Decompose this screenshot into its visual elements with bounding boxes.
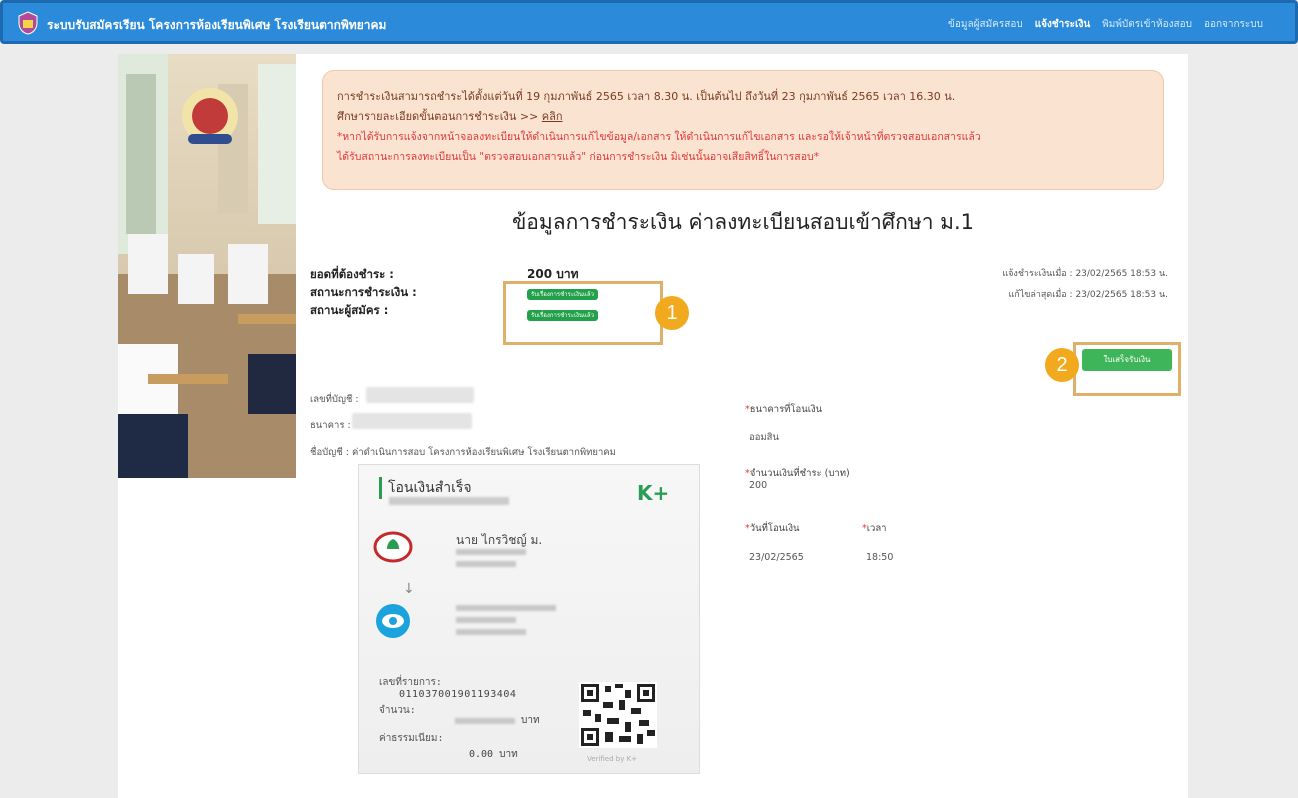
status-highlight-box — [503, 281, 663, 345]
warning-text-2: ได้รับสถานะการลงทะเบียนเป็น "ตรวจสอบเอกส… — [337, 151, 819, 163]
payment-period-text: การชำระเงินสามารถชำระได้ตั้งแต่วันที่ 19… — [337, 90, 956, 103]
qr-code-icon — [579, 682, 657, 748]
warning-text-1: *หากได้รับการแจ้งจากหน้าจอลงทะเบียนให้ดำ… — [337, 131, 981, 143]
notified-at: แจ้งชำระเงินเมื่อ : 23/02/2565 18:53 น. — [1002, 269, 1168, 279]
bank-name-redacted — [352, 413, 472, 429]
slip-sender-redacted-1 — [456, 549, 526, 555]
slip-fee-value: 0.00 บาท — [469, 749, 518, 760]
ktb-logo-icon — [376, 604, 410, 638]
slip-amount-unit: บาท — [521, 715, 540, 726]
kplus-logo: K+ — [637, 481, 670, 505]
nav-menu: ข้อมูลผู้สมัครสอบ แจ้งชำระเงิน พิมพ์บัตร… — [948, 17, 1263, 32]
nav-applicant-info[interactable]: ข้อมูลผู้สมัครสอบ — [948, 17, 1023, 32]
slip-datetime-redacted — [389, 497, 509, 505]
top-navbar: ระบบรับสมัครเรียน โครงการห้องเรียนพิเศษ … — [0, 0, 1298, 44]
slip-sender-name: นาย ไกรวิชญ์ ม. — [456, 533, 543, 547]
payment-status-label: สถานะการชำระเงิน : — [310, 285, 417, 299]
step-marker-1: 1 — [655, 296, 689, 330]
slip-fee-label: ค่าธรรมเนียม: — [379, 733, 444, 744]
slip-receiver-redacted-1 — [456, 605, 556, 611]
payment-steps-link[interactable]: คลิก — [542, 110, 563, 123]
transfer-bank-label: *ธนาคารที่โอนเงิน — [745, 404, 823, 415]
transfer-slip-image: โอนเงินสำเร็จ K+ นาย ไกรวิชญ์ ม. ↓ เลขที… — [358, 464, 700, 774]
applicant-status-label: สถานะผู้สมัคร : — [310, 303, 389, 317]
payment-steps-label: ศึกษารายละเอียดขั้นตอนการชำระเงิน >> — [337, 110, 542, 123]
receipt-button[interactable]: ใบเสร็จรับเงิน — [1082, 349, 1172, 371]
transfer-date-label: *วันที่โอนเงิน — [745, 523, 800, 534]
app-title: ระบบรับสมัครเรียน โครงการห้องเรียนพิเศษ … — [47, 18, 387, 32]
down-arrow-icon: ↓ — [403, 581, 415, 597]
slip-title: โอนเงินสำเร็จ — [379, 477, 472, 499]
page-title: ข้อมูลการชำระเงิน ค่าลงทะเบียนสอบเข้าศึก… — [511, 210, 975, 234]
amount-label: ยอดที่ต้องชำระ : — [310, 267, 394, 281]
payment-steps-text: ศึกษารายละเอียดขั้นตอนการชำระเงิน >> คลิ… — [337, 107, 1149, 127]
updated-at: แก้ไขล่าสุดเมื่อ : 23/02/2565 18:53 น. — [1008, 290, 1168, 300]
account-number-label: เลขที่บัญชี : — [310, 394, 359, 405]
nav-print-admission-card[interactable]: พิมพ์บัตรเข้าห้องสอบ — [1102, 17, 1192, 32]
transfer-time-label: *เวลา — [862, 523, 887, 534]
slip-sender-redacted-2 — [456, 561, 516, 567]
slip-ref-label: เลขที่รายการ: — [379, 677, 442, 688]
account-name: ชื่อบัญชี : ค่าดำเนินการสอบ โครงการห้องเ… — [310, 447, 616, 458]
bank-name-label: ธนาคาร : — [310, 420, 351, 431]
slip-receiver-redacted-2 — [456, 617, 516, 623]
nav-payment[interactable]: แจ้งชำระเงิน — [1035, 17, 1090, 32]
payment-alert: การชำระเงินสามารถชำระได้ตั้งแต่วันที่ 19… — [322, 70, 1164, 190]
account-number-redacted — [366, 387, 474, 403]
slip-amount-label: จำนวน: — [379, 705, 416, 716]
kbank-logo-icon — [373, 531, 413, 563]
transfer-amount-label: *จำนวนเงินที่ชำระ (บาท) — [745, 468, 850, 479]
transfer-bank-value: ออมสิน — [749, 432, 779, 443]
school-logo-icon — [18, 11, 38, 35]
transfer-amount-value: 200 — [749, 480, 768, 491]
transfer-date-value: 23/02/2565 — [749, 552, 804, 563]
classroom-photo — [118, 54, 296, 478]
slip-receiver-redacted-3 — [456, 629, 526, 635]
slip-ref-number: 011037001901193404 — [399, 689, 517, 700]
step-marker-2: 2 — [1045, 348, 1079, 382]
slip-amount-redacted — [455, 718, 515, 724]
slip-verified-text: Verified by K+ — [587, 755, 638, 763]
nav-logout[interactable]: ออกจากระบบ — [1204, 17, 1263, 32]
transfer-time-value: 18:50 — [866, 552, 894, 563]
